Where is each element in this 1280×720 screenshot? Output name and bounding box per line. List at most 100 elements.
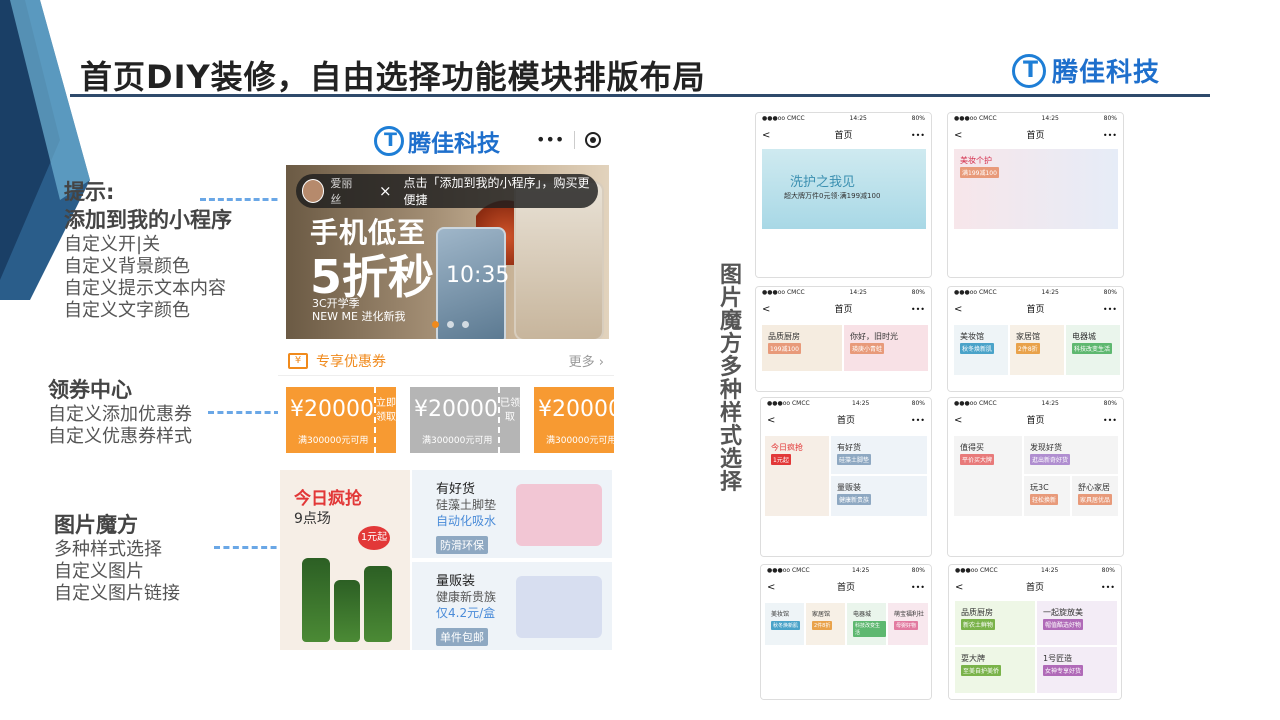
image-cube: 今日疯抢 9点场 1元起 有好货 硅藻土脚垫 自动化吸水 防滑环保 量贩装 健康… <box>278 470 614 652</box>
layout-thumbnail[interactable]: ●●●oo CMCC14:2580% 首页 品质厨房 199减100 你好，旧时… <box>755 286 932 392</box>
layout-thumbnail[interactable]: ●●●oo CMCC14:2580% 首页 洗护之我见 超大牌万件0元领·满19… <box>755 112 932 278</box>
coupon-card[interactable]: ¥20000 满300000元可用 立即领取 <box>286 387 398 453</box>
thumb-cell-sub: 健康新贵族 <box>837 494 872 505</box>
cube-left-title: 今日疯抢 <box>294 489 362 509</box>
vlabel-char: 多 <box>719 355 742 380</box>
thumb-cell-title: 萌宝福利社 <box>894 611 925 618</box>
image-cube-right-bottom[interactable]: 量贩装 健康新贵族 仅4.2元/盒 单件包邮 <box>412 562 612 650</box>
banner-phone-time: 10:35 <box>446 263 510 288</box>
coupon-amount: ¥20000 <box>538 397 614 422</box>
cube-left-sub: 9点场 <box>294 511 331 527</box>
thumb-cell: 美妆馆 秋冬焕新肌 <box>954 325 1008 375</box>
thumb-cell-title: 发现好货 <box>1030 443 1062 452</box>
banner-dot[interactable] <box>432 321 439 328</box>
thumb-cell-title: 1号匠造 <box>1043 654 1073 663</box>
close-capsule-icon[interactable] <box>585 131 602 148</box>
tip-close-icon[interactable]: × <box>379 182 392 200</box>
thumb-cell-sub: 逛出新奇好货 <box>1030 454 1071 465</box>
coupon-more-link[interactable]: 更多 › <box>569 351 604 370</box>
status-bar: ●●●oo CMCC 14:25 80% <box>949 565 1121 579</box>
banner-small-text: 3C开学季 NEW ME 进化新我 <box>312 297 406 323</box>
note-magic: 图片魔方 多种样式选择 自定义图片 自定义图片链接 <box>54 511 180 605</box>
note-magic-connector <box>214 546 286 549</box>
bottle-image <box>334 580 360 642</box>
image-cube-right-top[interactable]: 有好货 硅藻土脚垫 自动化吸水 防滑环保 <box>412 470 612 558</box>
thumb-cell-title: 玩3C <box>1030 483 1049 492</box>
tip-message: 点击「添加到我的小程序」，购买更便捷 <box>403 176 590 207</box>
thumb-cell: 品质厨房 199减100 <box>762 325 842 371</box>
thumbnail-body: 美妆馆 秋冬焕新肌 家居馆 2件8折 电器城 科技改变生活 萌宝福利社 母婴好物 <box>761 597 931 699</box>
banner-dot[interactable] <box>447 321 454 328</box>
cube-left-badge: 1元起 <box>358 526 390 550</box>
thumb-cell-sub: 1元起 <box>771 454 791 465</box>
status-bar: ●●●oo CMCC 14:25 80% <box>761 565 931 579</box>
cube-item-desc2: 自动化吸水 <box>436 514 497 528</box>
phone-header: 腾佳科技 ••• <box>278 118 614 162</box>
vlabel-char: 选 <box>719 447 742 472</box>
layout-thumbnail[interactable]: ●●●oo CMCC14:2580% 首页 品质厨房 新农土鲜物 一起旋放美 帽… <box>948 564 1122 700</box>
coupon-claimed-label: 已领取 <box>498 387 520 453</box>
thumb-cell-sub: 满199减100 <box>960 167 999 178</box>
cube-item-image <box>516 576 602 638</box>
vlabel-char: 魔 <box>719 309 742 334</box>
thumb-cell-sub: 女神专享好货 <box>1043 665 1084 676</box>
layout-thumbnail[interactable]: ●●●oo CMCC14:2580% 首页 美妆馆 秋冬焕新肌 家居馆 2件8折… <box>947 286 1124 392</box>
thumb-cell: 美妆馆 秋冬焕新肌 <box>765 603 804 645</box>
banner-dot[interactable] <box>462 321 469 328</box>
thumb-cell-sub: 199减100 <box>768 343 801 354</box>
note-tip-line: 自定义背景颜色 <box>64 256 190 277</box>
coupon-card[interactable]: ¥20000 满300000元可用 <box>534 387 614 453</box>
coupon-claim-button[interactable]: 立即领取 <box>374 387 396 453</box>
note-magic-heading: 图片魔方 <box>54 513 138 537</box>
thumb-cell: 发现好货 逛出新奇好货 <box>1024 436 1118 474</box>
banner-small2: NEW ME 进化新我 <box>312 310 406 323</box>
more-menu-icon[interactable]: ••• <box>536 130 564 149</box>
cube-item-desc2: 仅4.2元/盒 <box>436 606 496 620</box>
thumb-cell-sub: 至美自护美侨 <box>961 665 1002 676</box>
cube-item-image <box>516 484 602 546</box>
note-coupon: 领券中心 自定义添加优惠券 自定义优惠券样式 <box>48 376 192 448</box>
note-magic-line: 多种样式选择 <box>54 539 162 560</box>
image-cube-left[interactable]: 今日疯抢 9点场 1元起 <box>280 470 410 650</box>
mini-program-capsule: ••• <box>536 130 602 149</box>
thumb-cell-sub: 2件8折 <box>812 621 833 630</box>
thumb-cell: 家居馆 2件8折 <box>806 603 845 645</box>
coupon-main: ¥20000 满300000元可用 <box>410 387 498 453</box>
coupon-main: ¥20000 满300000元可用 <box>286 387 374 453</box>
thumb-cell-sub: 秋冬焕新肌 <box>960 343 995 354</box>
capsule-divider <box>574 130 576 149</box>
nav-bar: 首页 <box>949 579 1121 597</box>
thumb-cell: 舒心家居 家具居优品 <box>1072 476 1118 516</box>
cube-item-tag: 单件包邮 <box>436 628 488 646</box>
phone-logo-text: 腾佳科技 <box>408 131 500 157</box>
status-bar: ●●●oo CMCC 14:25 80% <box>948 287 1123 301</box>
thumb-cell-sub: 轻松换新 <box>1030 494 1059 505</box>
coupon-section-title: 专享优惠券 <box>316 353 386 370</box>
coupon-amount: ¥20000 <box>414 397 498 422</box>
layout-thumbnail[interactable]: ●●●oo CMCC14:2580% 首页 今日疯抢 1元起 有好货 硅藻土脚垫… <box>760 397 932 557</box>
note-magic-line: 自定义图片链接 <box>54 583 180 604</box>
coupon-condition: 满300000元可用 <box>422 436 493 446</box>
coupon-card[interactable]: ¥20000 满300000元可用 已领取 <box>410 387 522 453</box>
thumb-cell: 耍大牌 至美自护美侨 <box>955 647 1035 693</box>
layout-thumbnail[interactable]: ●●●oo CMCC14:2580% 首页 值得买 平价买大牌 发现好货 逛出新… <box>947 397 1124 557</box>
layout-thumbnail[interactable]: ●●●oo CMCC14:2580% 首页 美妆馆 秋冬焕新肌 家居馆 2件8折… <box>760 564 932 700</box>
thumb-cell-sub: 硅藻土脚垫 <box>837 454 872 465</box>
vlabel-char: 种 <box>719 378 742 403</box>
nav-bar: 首页 <box>761 579 931 597</box>
thumb-cell: 品质厨房 新农土鲜物 <box>955 601 1035 645</box>
thumbnail-body: 美妆馆 秋冬焕新肌 家居馆 2件8折 电器城 科技改变生活 <box>948 319 1123 391</box>
thumb-cell: 值得买 平价买大牌 <box>954 436 1022 516</box>
thumb-cell: 量贩装 健康新贵族 <box>831 476 927 516</box>
nav-bar: 首页 <box>948 412 1123 430</box>
thumb-cell-title: 今日疯抢 <box>771 443 803 452</box>
thumb-cell-sub: 家具居优品 <box>1078 494 1113 505</box>
status-bar: ●●●oo CMCC 14:25 80% <box>948 398 1123 412</box>
thumb-cell-title: 品质厨房 <box>768 332 800 341</box>
thumb-cell: 萌宝福利社 母婴好物 <box>888 603 928 645</box>
thumb-cell-sub: 新农土鲜物 <box>961 619 996 630</box>
layout-thumbnail[interactable]: ●●●oo CMCC14:2580% 首页 美妆个护 满199减100 <box>947 112 1124 278</box>
thumb-cell-sub: 超大牌万件0元领·满199减100 <box>784 192 881 200</box>
logo-icon <box>1012 53 1046 88</box>
thumbnail-body: 今日疯抢 1元起 有好货 硅藻土脚垫 量贩装 健康新贵族 <box>761 430 931 556</box>
